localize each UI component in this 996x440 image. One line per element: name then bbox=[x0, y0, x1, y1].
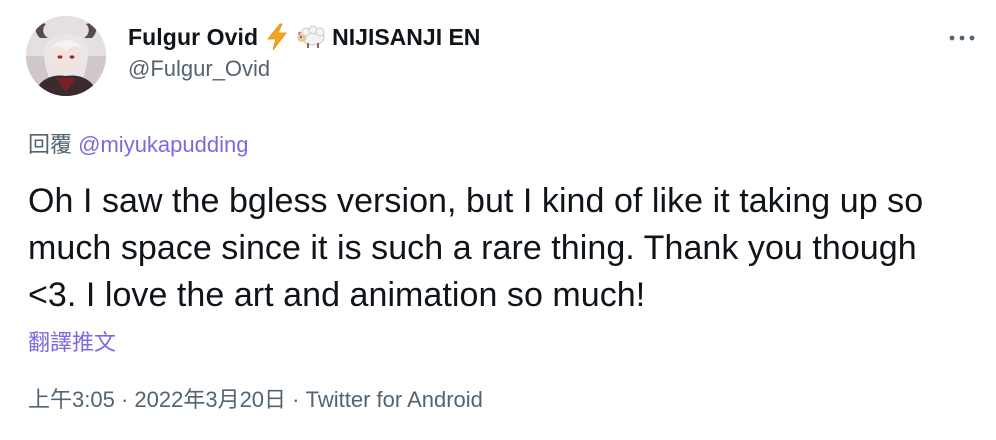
reply-prefix: 回覆 bbox=[28, 132, 73, 157]
meta-separator: · bbox=[286, 387, 306, 412]
meta-separator: · bbox=[114, 387, 135, 412]
tweet-date[interactable]: 2022年3月20日 bbox=[134, 387, 286, 412]
author-row: Fulgur Ovid NIJISANJI EN bbox=[128, 20, 480, 54]
translate-tweet-link[interactable]: 翻譯推文 bbox=[28, 325, 116, 357]
tweet-text: Oh I saw the bgless version, but I kind … bbox=[28, 182, 924, 314]
tweet-time[interactable]: 上午3:05 bbox=[28, 387, 115, 412]
display-name[interactable]: Fulgur Ovid bbox=[128, 24, 258, 51]
more-button[interactable] bbox=[944, 26, 980, 50]
lightning-emoji bbox=[264, 23, 290, 51]
author-handle[interactable]: @Fulgur_Ovid bbox=[128, 56, 270, 82]
reply-mention-link[interactable]: @miyukapudding bbox=[78, 132, 248, 157]
tweet-source[interactable]: Twitter for Android bbox=[306, 387, 483, 412]
tweet-metadata: 上午3:05 · 2022年3月20日 · Twitter for Androi… bbox=[28, 382, 483, 414]
avatar[interactable] bbox=[26, 16, 106, 96]
sheep-emoji bbox=[296, 24, 326, 50]
avatar-image bbox=[26, 16, 106, 96]
org-name: NIJISANJI EN bbox=[332, 23, 481, 50]
more-horizontal-icon bbox=[949, 35, 975, 41]
tweet-card: Fulgur Ovid NIJISANJI EN @Fulgur_Ovid 回覆… bbox=[0, 0, 996, 440]
reply-context: 回覆 @miyukapudding bbox=[28, 127, 248, 159]
